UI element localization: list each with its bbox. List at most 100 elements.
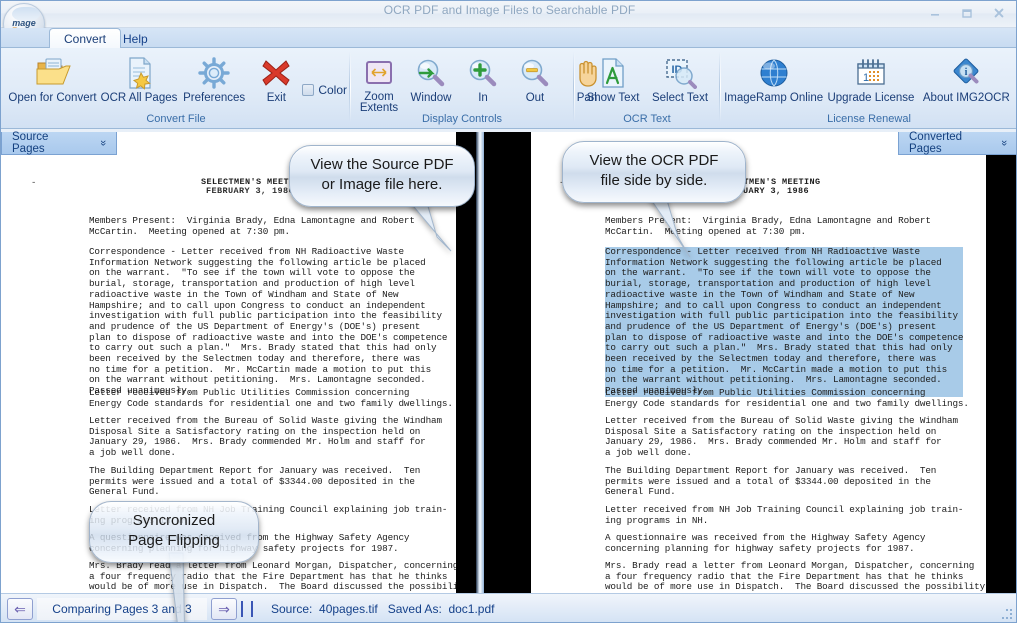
source-paragraph-5: The Building Department Report for Janua… bbox=[89, 465, 421, 498]
next-page-icon: ⇒ bbox=[218, 601, 230, 617]
minimize-button[interactable] bbox=[920, 3, 950, 22]
zoom-window-label: Window bbox=[410, 92, 452, 104]
pane-divider[interactable] bbox=[476, 132, 484, 593]
preferences-button[interactable]: Preferences bbox=[178, 52, 250, 106]
zoom-extents-button[interactable]: Zoom Extents bbox=[353, 52, 405, 116]
ribbon-group-ocr-text: Show Text ID Select Text OCR Text bbox=[577, 50, 717, 127]
page-flipping-callout-line2: Page Flipping bbox=[128, 532, 220, 549]
close-button[interactable] bbox=[984, 3, 1014, 22]
select-text-label: Select Text bbox=[651, 92, 709, 104]
zoom-out-button[interactable]: Out bbox=[509, 52, 561, 106]
ribbon-group-license-renewal: ImageRamp Online 1 Upgrade License i Abo… bbox=[723, 50, 1015, 127]
select-text-icon: ID bbox=[663, 54, 697, 92]
color-checkbox-label: Color bbox=[318, 83, 347, 97]
previous-page-icon: ⇐ bbox=[14, 601, 26, 617]
source-pdf-callout-line2: or Image file here. bbox=[321, 176, 443, 193]
source-pages-label: Source Pages bbox=[12, 131, 49, 155]
converted-paragraph-6: Letter received from NH Job Training Cou… bbox=[605, 504, 964, 526]
application-window: OCR PDF and Image Files to Searchable PD… bbox=[0, 0, 1017, 623]
ocr-all-pages-label: OCR All Pages bbox=[100, 92, 178, 104]
source-paragraph-3: Letter received from Public Utilities Co… bbox=[89, 387, 453, 409]
ribbon-group-display-controls: Zoom Extents Window In Out Pan Display C… bbox=[353, 50, 597, 127]
ocr-pdf-callout-line2: file side by side. bbox=[600, 172, 708, 189]
ribbon-group-title-ocr-text: OCR Text bbox=[623, 113, 671, 125]
about-diamond-icon: i bbox=[949, 54, 983, 92]
zoom-out-label: Out bbox=[525, 92, 545, 104]
source-margin-mark: - bbox=[31, 178, 37, 188]
imageramp-online-button[interactable]: ImageRamp Online bbox=[723, 52, 824, 106]
open-for-convert-label: Open for Convert bbox=[8, 92, 97, 104]
svg-text:1: 1 bbox=[863, 72, 869, 84]
zoom-window-button[interactable]: Window bbox=[405, 52, 457, 106]
red-x-icon bbox=[260, 54, 292, 92]
converted-paragraph-2-selected[interactable]: Correspondence - Letter received from NH… bbox=[605, 246, 963, 397]
source-paragraph-2: Correspondence - Letter received from NH… bbox=[89, 246, 448, 397]
upgrade-license-label: Upgrade License bbox=[827, 92, 915, 104]
converted-paragraph-5: The Building Department Report for Janua… bbox=[605, 465, 937, 498]
magnifier-plus-icon bbox=[467, 54, 499, 92]
source-pdf-callout: View the Source PDF or Image file here. bbox=[289, 145, 475, 252]
ocr-pdf-callout: View the OCR PDF file side by side. bbox=[562, 141, 746, 258]
source-doc-heading-2: FEBRUARY 3, 1986 bbox=[206, 186, 295, 196]
page-flipping-callout-line1: Syncronized bbox=[132, 512, 216, 529]
maximize-button[interactable] bbox=[952, 3, 982, 22]
converted-pages-header[interactable]: Converted Pages » bbox=[898, 131, 1016, 155]
exit-button[interactable]: Exit bbox=[250, 52, 302, 106]
next-page-button[interactable]: ⇒ bbox=[211, 598, 237, 620]
resize-grip[interactable] bbox=[1000, 609, 1014, 621]
chevron-down-icon[interactable]: » bbox=[998, 140, 1010, 146]
ribbon-group-convert-file: Open for Convert OCR All Pages Preferenc… bbox=[5, 50, 347, 127]
magnifier-arrow-icon bbox=[415, 54, 447, 92]
select-text-button[interactable]: ID Select Text bbox=[646, 52, 714, 106]
color-checkbox-box[interactable] bbox=[302, 84, 315, 96]
status-separator-2 bbox=[251, 601, 253, 617]
converted-paragraph-3: Letter received from Public Utilities Co… bbox=[605, 387, 969, 409]
upgrade-license-button[interactable]: 1 Upgrade License bbox=[824, 52, 917, 106]
logo-sky-shape bbox=[12, 7, 40, 21]
tab-help[interactable]: Help bbox=[109, 28, 162, 49]
calendar-icon: 1 bbox=[854, 54, 888, 92]
zoom-in-button[interactable]: In bbox=[457, 52, 509, 106]
globe-icon bbox=[758, 54, 790, 92]
right-gutter bbox=[484, 132, 531, 593]
ribbon-group-title-display-controls: Display Controls bbox=[421, 113, 503, 125]
tab-strip: Convert Help bbox=[1, 28, 1016, 49]
source-paragraph-8: Mrs. Brady read a letter from Leonard Mo… bbox=[89, 560, 456, 593]
zoom-extents-icon bbox=[364, 54, 394, 92]
ribbon-separator-3 bbox=[719, 52, 721, 122]
ribbon-separator-2 bbox=[573, 52, 575, 122]
ocr-pdf-callout-bubble: View the OCR PDF file side by side. bbox=[562, 141, 746, 203]
ribbon-group-title-convert-file: Convert File bbox=[146, 113, 206, 125]
ribbon-toolbar: Open for Convert OCR All Pages Preferenc… bbox=[1, 48, 1016, 129]
window-title: OCR PDF and Image Files to Searchable PD… bbox=[383, 3, 636, 17]
previous-page-button[interactable]: ⇐ bbox=[7, 598, 33, 620]
svg-text:i: i bbox=[965, 67, 968, 78]
magnifier-minus-icon bbox=[519, 54, 551, 92]
ocr-all-pages-button[interactable]: OCR All Pages bbox=[100, 52, 178, 106]
open-for-convert-button[interactable]: Open for Convert bbox=[5, 52, 100, 106]
chevron-down-icon[interactable]: » bbox=[97, 140, 109, 146]
status-bar: ⇐ Comparing Pages 3 and 3 ⇒ Source: 40pa… bbox=[1, 593, 1016, 622]
status-separator-1 bbox=[241, 601, 243, 617]
gear-icon bbox=[197, 54, 231, 92]
page-flipping-callout: Syncronized Page Flipping bbox=[89, 501, 259, 622]
ocr-pdf-callout-line1: View the OCR PDF bbox=[589, 152, 719, 169]
source-paragraph-1: Members Present: Virginia Brady, Edna La… bbox=[89, 215, 415, 237]
page-flipping-callout-bubble: Syncronized Page Flipping bbox=[89, 501, 259, 563]
source-pdf-callout-line1: View the Source PDF bbox=[310, 156, 454, 173]
source-pdf-callout-bubble: View the Source PDF or Image file here. bbox=[289, 145, 475, 207]
converted-paragraph-8: Mrs. Brady read a letter from Leonard Mo… bbox=[605, 560, 986, 593]
ribbon-separator-1 bbox=[349, 52, 351, 122]
zoom-in-label: In bbox=[478, 92, 488, 104]
about-img2ocr-button[interactable]: i About IMG2OCR bbox=[918, 52, 1015, 106]
page-letter-a-icon bbox=[598, 54, 628, 92]
about-img2ocr-label: About IMG2OCR bbox=[922, 92, 1010, 104]
color-checkbox[interactable]: Color bbox=[302, 83, 347, 97]
source-file-info: Source: 40pages.tif Saved As: doc1.pdf bbox=[271, 602, 495, 616]
converted-paragraph-4: Letter received from the Bureau of Solid… bbox=[605, 415, 958, 459]
show-text-button[interactable]: Show Text bbox=[580, 52, 646, 106]
zoom-extents-label: Zoom Extents bbox=[359, 91, 399, 114]
source-pages-header[interactable]: Source Pages » bbox=[1, 131, 117, 155]
source-paragraph-4: Letter received from the Bureau of Solid… bbox=[89, 415, 442, 459]
preferences-label: Preferences bbox=[183, 92, 246, 104]
